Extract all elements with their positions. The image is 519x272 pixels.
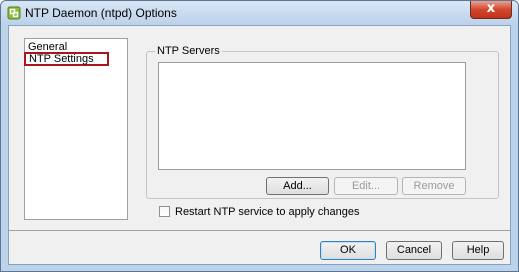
dialog-body: General NTP Settings NTP Servers Add... … (8, 25, 511, 265)
nav-item-ntp-settings[interactable]: NTP Settings (24, 52, 109, 66)
dialog-window: NTP Daemon (ntpd) Options x General NTP … (0, 0, 519, 272)
window-title: NTP Daemon (ntpd) Options (25, 6, 177, 20)
ntp-servers-list[interactable] (158, 62, 466, 170)
add-server-button[interactable]: Add... (266, 177, 329, 195)
settings-nav-list[interactable]: General NTP Settings (24, 38, 128, 220)
vsphere-app-icon (7, 6, 21, 20)
close-button[interactable]: x (470, 1, 512, 19)
cancel-button[interactable]: Cancel (386, 241, 442, 260)
restart-ntp-label[interactable]: Restart NTP service to apply changes (175, 206, 359, 219)
help-button[interactable]: Help (452, 241, 504, 260)
ok-button[interactable]: OK (320, 241, 376, 260)
remove-server-button[interactable]: Remove (402, 177, 466, 195)
close-icon: x (486, 1, 496, 16)
title-bar[interactable]: NTP Daemon (ntpd) Options x (1, 1, 518, 25)
restart-ntp-checkbox[interactable] (159, 206, 170, 217)
footer-divider (9, 230, 510, 231)
ntp-servers-group-label: NTP Servers (155, 45, 222, 57)
edit-server-button[interactable]: Edit... (334, 177, 398, 195)
